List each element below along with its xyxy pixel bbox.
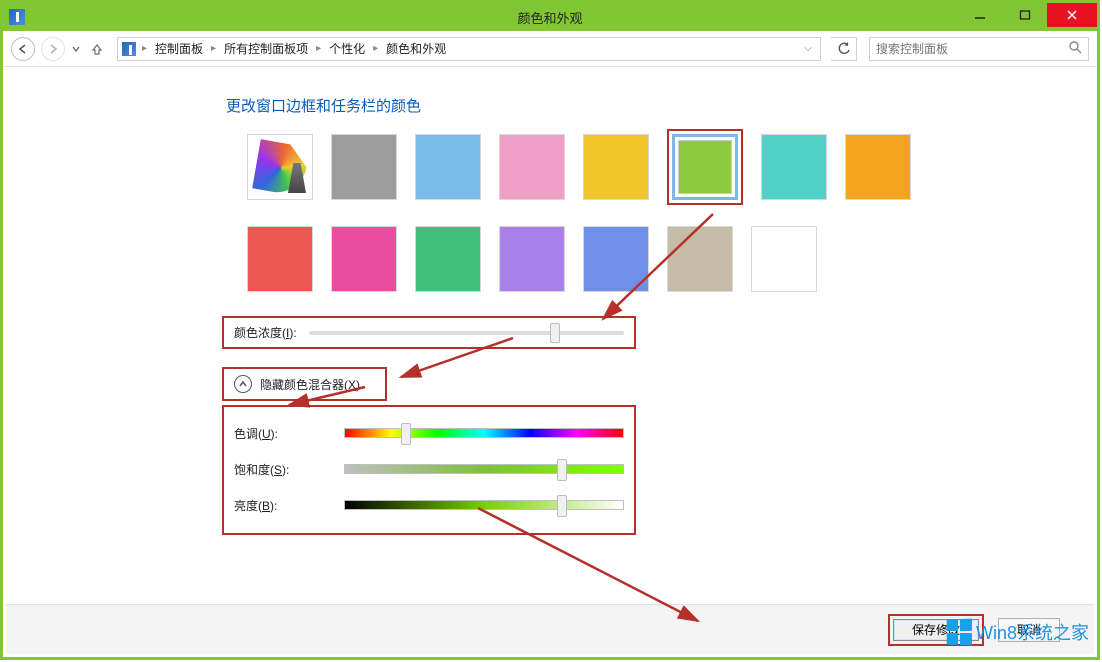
search-icon[interactable] xyxy=(1068,40,1082,57)
slider-thumb[interactable] xyxy=(550,323,560,343)
breadcrumb[interactable]: 颜色和外观 xyxy=(384,40,448,57)
search-input[interactable] xyxy=(876,42,1068,56)
mixer-toggle-label[interactable]: 隐藏颜色混合器(X) xyxy=(260,376,360,393)
back-button[interactable] xyxy=(11,37,35,61)
breadcrumb[interactable]: 个性化 xyxy=(327,40,367,57)
search-box[interactable] xyxy=(869,37,1089,61)
color-swatches xyxy=(247,134,1097,292)
history-dropdown[interactable] xyxy=(71,42,81,56)
forward-button[interactable] xyxy=(41,37,65,61)
hue-slider[interactable] xyxy=(344,428,624,438)
address-bar[interactable]: ▸ 控制面板 ▸ 所有控制面板项 ▸ 个性化 ▸ 颜色和外观 ⌵ xyxy=(117,37,821,61)
page-title: 更改窗口边框和任务栏的颜色 xyxy=(226,95,1097,116)
footer: 保存修改 取消 xyxy=(6,604,1094,654)
maximize-button[interactable] xyxy=(1002,3,1047,27)
breadcrumb[interactable]: 所有控制面板项 xyxy=(222,40,310,57)
save-button[interactable]: 保存修改 xyxy=(893,619,979,641)
content: 更改窗口边框和任务栏的颜色 颜色浓度(I): 隐藏颜色混合器(X) xyxy=(3,67,1097,607)
color-swatch[interactable] xyxy=(761,134,827,200)
mixer-highlight: 色调(U): 饱和度(S): 亮度(B): xyxy=(222,405,636,535)
color-swatch-automatic[interactable] xyxy=(247,134,313,200)
close-button[interactable] xyxy=(1047,3,1097,27)
mixer-toggle-highlight: 隐藏颜色混合器(X) xyxy=(222,367,387,401)
color-swatch[interactable] xyxy=(415,226,481,292)
intensity-slider[interactable] xyxy=(309,331,624,335)
minimize-button[interactable] xyxy=(957,3,1002,27)
slider-thumb[interactable] xyxy=(401,423,411,445)
up-button[interactable] xyxy=(87,39,107,59)
hue-label: 色调(U): xyxy=(234,425,344,442)
color-swatch[interactable] xyxy=(751,226,817,292)
color-swatch[interactable] xyxy=(667,226,733,292)
brightness-label: 亮度(B): xyxy=(234,497,344,514)
slider-thumb[interactable] xyxy=(557,495,567,517)
color-swatch[interactable] xyxy=(583,226,649,292)
breadcrumb-sep: ▸ xyxy=(140,43,149,54)
titlebar: 颜色和外观 xyxy=(3,3,1097,31)
intensity-highlight: 颜色浓度(I): xyxy=(222,316,636,349)
color-swatch[interactable] xyxy=(331,226,397,292)
color-swatch[interactable] xyxy=(247,226,313,292)
intensity-label: 颜色浓度(I): xyxy=(234,324,297,341)
cancel-button[interactable]: 取消 xyxy=(998,618,1060,642)
save-highlight: 保存修改 xyxy=(888,614,984,646)
color-swatch[interactable] xyxy=(499,226,565,292)
chevron-up-icon[interactable] xyxy=(234,375,252,393)
color-swatch-selected[interactable] xyxy=(667,129,743,205)
slider-thumb[interactable] xyxy=(557,459,567,481)
brightness-slider[interactable] xyxy=(344,500,624,510)
saturation-slider[interactable] xyxy=(344,464,624,474)
color-swatch[interactable] xyxy=(415,134,481,200)
toolbar: ▸ 控制面板 ▸ 所有控制面板项 ▸ 个性化 ▸ 颜色和外观 ⌵ xyxy=(3,31,1097,67)
address-dropdown[interactable]: ⌵ xyxy=(800,43,816,54)
saturation-label: 饱和度(S): xyxy=(234,461,344,478)
app-icon xyxy=(9,9,25,25)
refresh-button[interactable] xyxy=(831,37,857,61)
color-swatch[interactable] xyxy=(499,134,565,200)
window-title: 颜色和外观 xyxy=(517,8,582,27)
color-swatch[interactable] xyxy=(331,134,397,200)
color-swatch[interactable] xyxy=(583,134,649,200)
breadcrumb[interactable]: 控制面板 xyxy=(153,40,205,57)
color-swatch[interactable] xyxy=(845,134,911,200)
location-icon xyxy=(122,42,136,56)
